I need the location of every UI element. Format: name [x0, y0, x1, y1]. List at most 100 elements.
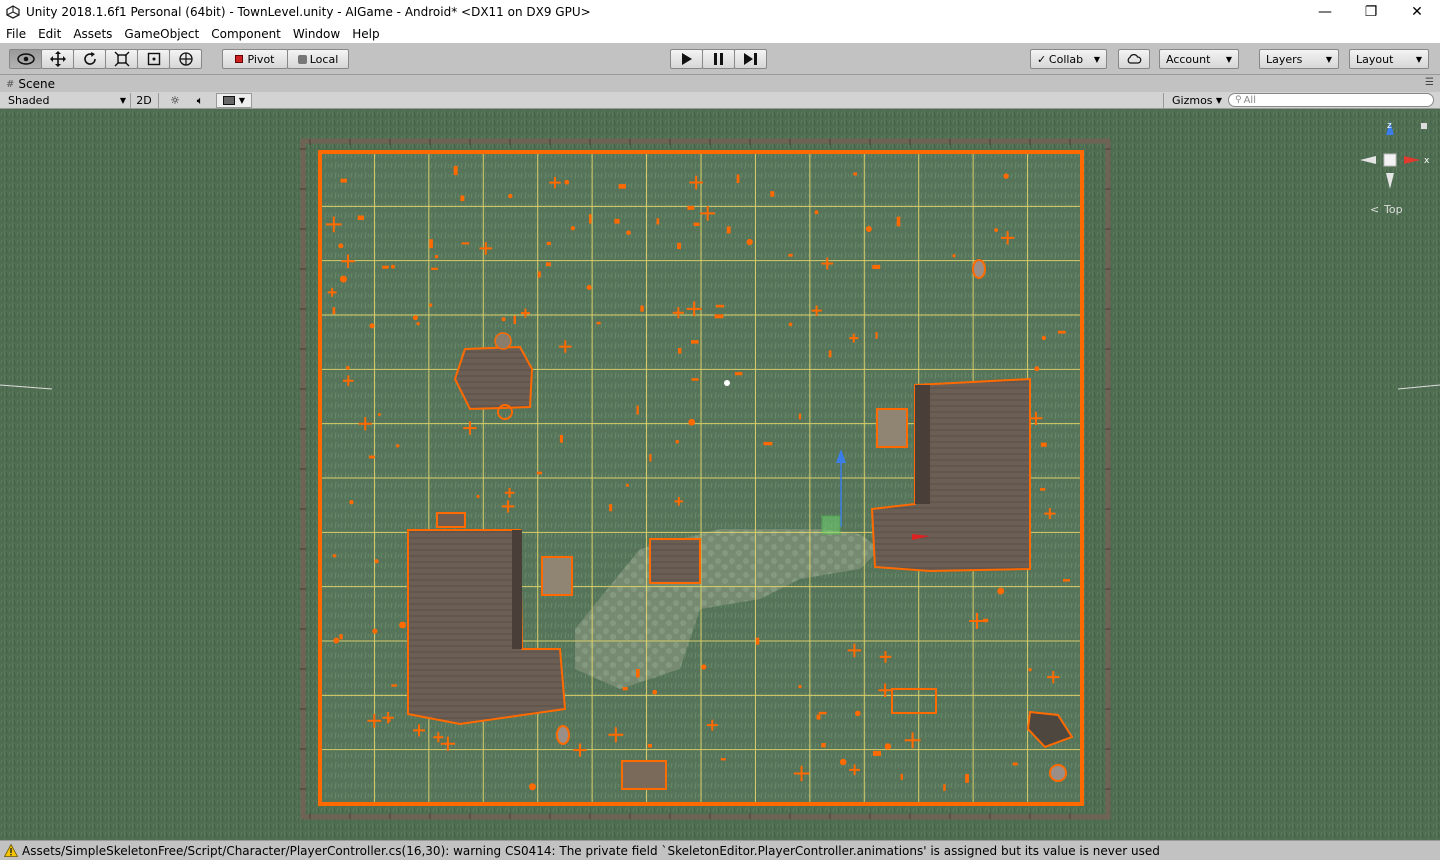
- tab-scene[interactable]: # Scene: [0, 77, 55, 91]
- scene-prop: [453, 165, 458, 176]
- pause-button[interactable]: [702, 49, 735, 69]
- scene-prop: [461, 242, 470, 245]
- scene-search-input[interactable]: ⚲ All: [1228, 93, 1434, 107]
- gizmo-axis-x-label: x: [1424, 156, 1430, 166]
- scene-prop: [586, 284, 592, 291]
- pause-icon: [713, 53, 723, 65]
- divider: [130, 93, 131, 108]
- maximize-button[interactable]: ❐: [1348, 0, 1394, 24]
- rect-tool-button[interactable]: [137, 49, 170, 69]
- scene-prop: [691, 378, 699, 381]
- rotate-tool-button[interactable]: [73, 49, 106, 69]
- scene-prop: [1040, 488, 1046, 491]
- scene-prop: [429, 239, 433, 249]
- scene-prop: [333, 637, 340, 644]
- console-status-bar[interactable]: Assets/SimpleSkeletonFree/Script/Charact…: [0, 840, 1440, 860]
- account-dropdown[interactable]: Account ▼: [1159, 49, 1239, 69]
- menu-component[interactable]: Component: [205, 27, 287, 41]
- menu-gameobject[interactable]: GameObject: [118, 27, 205, 41]
- audio-toggle[interactable]: 🔈︎: [190, 93, 210, 108]
- tab-menu-icon[interactable]: ☰: [1425, 77, 1434, 88]
- collab-dropdown[interactable]: ✓ Collab ▼: [1030, 49, 1107, 69]
- step-button[interactable]: [734, 49, 767, 69]
- minimize-button[interactable]: —: [1302, 0, 1348, 24]
- scene-prop: [570, 226, 575, 231]
- scene-prop: [1028, 667, 1032, 672]
- scene-prop: [720, 758, 726, 761]
- scene-prop: [609, 504, 613, 512]
- menu-assets[interactable]: Assets: [67, 27, 118, 41]
- scene-prop: [952, 254, 956, 258]
- scene-tab-bar: # Scene ☰: [0, 76, 1440, 92]
- cloud-services-button[interactable]: [1118, 49, 1150, 69]
- menu-window[interactable]: Window: [287, 27, 346, 41]
- layout-dropdown[interactable]: Layout ▼: [1349, 49, 1429, 69]
- transform-tool-button[interactable]: [169, 49, 202, 69]
- status-message: Assets/SimpleSkeletonFree/Script/Charact…: [22, 843, 1160, 858]
- chevron-down-icon: ▼: [119, 96, 126, 105]
- scene-prop: [536, 471, 543, 475]
- scene-prop: [434, 254, 439, 259]
- local-toggle-button[interactable]: Local: [287, 49, 349, 69]
- menu-file[interactable]: File: [0, 27, 32, 41]
- scene-prop: [788, 322, 793, 327]
- scene-prop: [816, 714, 821, 720]
- scene-prop: [546, 241, 551, 246]
- pivot-toggle-button[interactable]: Pivot: [222, 49, 288, 69]
- scene-prop: [332, 307, 336, 315]
- lighting-toggle[interactable]: ☼: [166, 93, 184, 108]
- scene-prop: [896, 216, 901, 227]
- move-tool-button[interactable]: [41, 49, 74, 69]
- scene-prop: [529, 783, 536, 791]
- scene-prop: [596, 321, 601, 325]
- scene-prop: [656, 218, 660, 225]
- menu-bar: File Edit Assets GameObject Component Wi…: [0, 24, 1440, 43]
- collab-group: ✓ Collab ▼: [1030, 49, 1107, 69]
- layers-dropdown[interactable]: Layers ▼: [1259, 49, 1339, 69]
- scene-prop: [675, 439, 680, 444]
- scene-prop: [900, 773, 903, 780]
- cloud-group: [1118, 49, 1150, 69]
- search-icon: ⚲: [1235, 95, 1242, 105]
- cloud-icon: [1127, 54, 1142, 64]
- scene-prop: [677, 242, 681, 250]
- gizmos-dropdown[interactable]: Gizmos ▼: [1172, 93, 1222, 108]
- scene-prop: [368, 455, 375, 459]
- scene-prop: [746, 238, 753, 246]
- scene-prop: [652, 689, 658, 695]
- scene-prop: [391, 684, 397, 687]
- scene-prop: [687, 205, 695, 210]
- effects-dropdown[interactable]: ▼: [216, 93, 252, 108]
- scene-prop: [828, 350, 832, 358]
- scene-prop: [340, 178, 347, 183]
- scene-prop: [387, 719, 391, 722]
- gizmo-view-label: Top: [1383, 203, 1403, 216]
- scale-tool-button[interactable]: [105, 49, 138, 69]
- shading-mode-dropdown[interactable]: Shaded ▼: [8, 93, 126, 108]
- scene-prop: [338, 243, 344, 249]
- chevron-down-icon: ▼: [1325, 54, 1332, 64]
- layout-group: Layout ▼: [1349, 49, 1429, 69]
- menu-help[interactable]: Help: [346, 27, 385, 41]
- scene-prop: [1062, 579, 1071, 582]
- scene-prop: [821, 742, 826, 748]
- sun-icon: ☼: [170, 94, 180, 107]
- chevron-down-icon: ▼: [1093, 54, 1100, 64]
- menu-edit[interactable]: Edit: [32, 27, 67, 41]
- window-title-bar: Unity 2018.1.6f1 Personal (64bit) - Town…: [0, 0, 1440, 24]
- close-button[interactable]: ✕: [1394, 0, 1440, 24]
- scene-prop: [428, 303, 433, 307]
- scene-prop: [377, 412, 381, 416]
- scale-icon: [114, 51, 129, 67]
- play-button[interactable]: [670, 49, 703, 69]
- scene-canvas[interactable]: z x Top <: [0, 109, 1440, 840]
- scene-prop: [1041, 335, 1047, 341]
- account-group: Account ▼: [1159, 49, 1239, 69]
- scene-prop: [763, 441, 773, 446]
- scene-prop: [431, 267, 438, 270]
- scene-viewport[interactable]: z x Top <: [0, 109, 1440, 840]
- scene-prop: [715, 304, 725, 308]
- toggle-2d-button[interactable]: 2D: [134, 93, 154, 108]
- lock-icon[interactable]: [1421, 123, 1427, 129]
- view-tool-button[interactable]: [9, 49, 42, 69]
